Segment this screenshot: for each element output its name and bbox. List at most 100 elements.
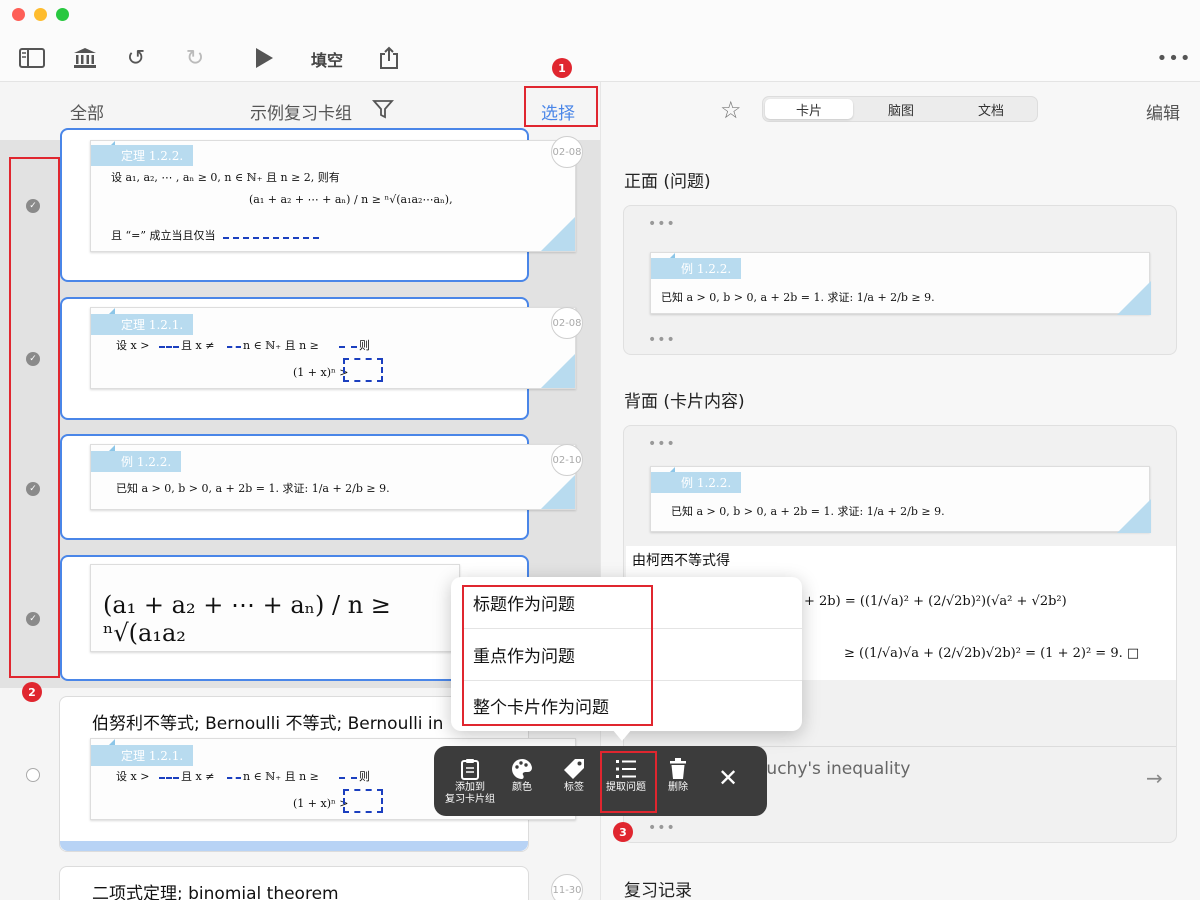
- sidebar-icon[interactable]: [18, 44, 46, 72]
- card-text: 设 x >: [116, 770, 150, 783]
- proof-line: + 2b) = ((1/√a)² + (2/√2b)²)(√a² + √2b²): [804, 594, 1067, 609]
- card-text: 则: [359, 770, 370, 783]
- card-tag: 定理 1.2.2.: [91, 145, 194, 166]
- card-formula: (1 + x)ⁿ >: [293, 797, 349, 810]
- extract-button-highlight-box: [600, 751, 657, 813]
- card-text: n ∈ ℕ₊ 且 n ≥: [243, 770, 319, 783]
- front-section-title: 正面 (问题): [624, 172, 711, 192]
- tab-mindmap[interactable]: 脑图: [857, 99, 945, 119]
- menu-pointer: [612, 729, 632, 741]
- card-text: 已知 a > 0, b > 0, a + 2b = 1. 求证: 1/a + 2…: [116, 482, 390, 495]
- card-text: 已知 a > 0, b > 0, a + 2b = 1. 求证: 1/a + 2…: [671, 505, 945, 518]
- tag-icon: [563, 756, 585, 782]
- page-fold: [541, 475, 575, 509]
- action-label: 添加到 复习卡片组: [445, 782, 495, 805]
- filter-icon[interactable]: [372, 98, 394, 124]
- more-icon[interactable]: •••: [648, 216, 676, 232]
- share-icon[interactable]: [375, 44, 403, 72]
- library-icon[interactable]: [71, 44, 99, 72]
- card-paper: (a₁ + a₂ + ⋯ + aₙ) / n ≥ ⁿ√(a₁a₂: [90, 564, 460, 652]
- cloze-blank[interactable]: [343, 789, 383, 813]
- front-panel: ••• 例 1.2.2. 已知 a > 0, b > 0, a + 2b = 1…: [623, 205, 1177, 355]
- cloze-blank[interactable]: [227, 340, 241, 348]
- card-paper: 例 1.2.2. 已知 a > 0, b > 0, a + 2b = 1. 求证…: [650, 252, 1151, 315]
- card-text: 设 x >: [116, 339, 150, 352]
- card-formula: (a₁ + a₂ + ⋯ + aₙ) / n ≥ ⁿ√(a₁a₂: [103, 591, 391, 647]
- page-fold: [541, 217, 575, 251]
- page-fold: [541, 354, 575, 388]
- view-segmented-control: 卡片 脑图 文档: [762, 96, 1038, 122]
- card-formula: (1 + x)ⁿ >: [293, 366, 349, 379]
- cloze-blank[interactable]: [223, 229, 319, 239]
- card-text: n ∈ ℕ₊ 且 n ≥: [243, 339, 319, 352]
- card-text: 且 x ≠: [181, 770, 215, 783]
- play-icon[interactable]: [250, 44, 278, 72]
- delete-button[interactable]: 删除: [648, 756, 708, 794]
- redo-icon[interactable]: ↻: [181, 44, 209, 72]
- due-date-badge: 11-30: [551, 874, 583, 900]
- tab-document[interactable]: 文档: [947, 99, 1035, 119]
- close-window-button[interactable]: [12, 8, 25, 21]
- card-paper: 定理 1.2.1. 设 x > 且 x ≠ n ∈ ℕ₊ 且 n ≥ 则 (1 …: [90, 307, 576, 389]
- select-radio[interactable]: [26, 768, 40, 782]
- select-button[interactable]: 选择: [541, 99, 575, 124]
- card-tag: 例 1.2.2.: [91, 451, 182, 472]
- minimize-window-button[interactable]: [34, 8, 47, 21]
- card-text: 已知 a > 0, b > 0, a + 2b = 1. 求证: 1/a + 2…: [661, 291, 935, 304]
- card-title: 二项式定理; binomial theorem: [92, 884, 339, 900]
- action-label: 颜色: [512, 782, 532, 793]
- star-icon[interactable]: ☆: [720, 96, 742, 124]
- action-label: 标签: [564, 782, 584, 793]
- card-text: 则: [359, 339, 370, 352]
- color-button[interactable]: 颜色: [492, 756, 552, 794]
- deck-name[interactable]: 示例复习卡组: [250, 99, 352, 124]
- card-tag: 定理 1.2.1.: [91, 745, 194, 766]
- cloze-blank[interactable]: [339, 340, 357, 348]
- card-text: 且 “=” 成立当且仅当: [111, 229, 216, 242]
- tab-card[interactable]: 卡片: [765, 99, 853, 119]
- card-tag: 定理 1.2.1.: [91, 314, 194, 335]
- add-to-deck-button[interactable]: 添加到 复习卡片组: [440, 756, 500, 806]
- more-icon[interactable]: •••: [648, 332, 676, 348]
- close-icon[interactable]: ✕: [718, 764, 738, 792]
- card-title: 伯努利不等式; Bernoulli 不等式; Bernoulli in: [92, 714, 444, 734]
- edit-button[interactable]: 编辑: [1146, 99, 1180, 124]
- annotation-badge: 2: [22, 682, 42, 702]
- action-label: 删除: [668, 782, 688, 793]
- card-tag: 例 1.2.2.: [651, 472, 742, 493]
- card-formula: (a₁ + a₂ + ⋯ + aₙ) / n ≥ ⁿ√(a₁a₂⋯aₙ),: [249, 193, 453, 206]
- cloze-blank[interactable]: [339, 771, 357, 779]
- undo-icon[interactable]: ↺: [122, 44, 150, 72]
- clipboard-icon: [461, 756, 479, 782]
- card-tag: 例 1.2.2.: [651, 258, 742, 279]
- more-icon[interactable]: •••: [648, 436, 676, 452]
- palette-icon: [511, 756, 533, 782]
- page-fold: [1117, 499, 1151, 533]
- page-fold: [1117, 281, 1151, 315]
- menu-highlight-box: [462, 585, 653, 726]
- due-date-badge: 02-08: [551, 136, 583, 168]
- arrow-right-icon[interactable]: →: [1146, 766, 1163, 790]
- proof-intro: 由柯西不等式得: [632, 553, 730, 569]
- proof-line: ≥ ((1/√a)√a + (2/√2b)√2b)² = (1 + 2)² = …: [844, 646, 1140, 661]
- fill-blank-button[interactable]: 填空: [311, 47, 343, 71]
- tag-button[interactable]: 标签: [544, 756, 604, 794]
- cloze-blank[interactable]: [159, 340, 179, 348]
- card-text: 且 x ≠: [181, 339, 215, 352]
- cloze-blank[interactable]: [159, 771, 179, 779]
- due-date-badge: 02-08: [551, 307, 583, 339]
- cloze-blank[interactable]: [227, 771, 241, 779]
- card-paper: 例 1.2.2. 已知 a > 0, b > 0, a + 2b = 1. 求证…: [650, 466, 1151, 533]
- card-paper: 例 1.2.2. 已知 a > 0, b > 0, a + 2b = 1. 求证…: [90, 444, 576, 510]
- filter-all-tab[interactable]: 全部: [70, 99, 104, 124]
- card-paper: 定理 1.2.2. 设 a₁, a₂, ⋯ , aₙ ≥ 0, n ∈ ℕ₊ 且…: [90, 140, 576, 252]
- more-icon[interactable]: •••: [648, 820, 676, 836]
- back-section-title: 背面 (卡片内容): [624, 392, 745, 412]
- zoom-window-button[interactable]: [56, 8, 69, 21]
- review-record-title: 复习记录: [624, 881, 692, 900]
- more-icon[interactable]: •••: [1157, 44, 1191, 72]
- progress-strip: [60, 841, 528, 851]
- checkbox-highlight-box: [9, 157, 60, 678]
- cloze-blank[interactable]: [343, 358, 383, 382]
- annotation-badge: 3: [613, 822, 633, 842]
